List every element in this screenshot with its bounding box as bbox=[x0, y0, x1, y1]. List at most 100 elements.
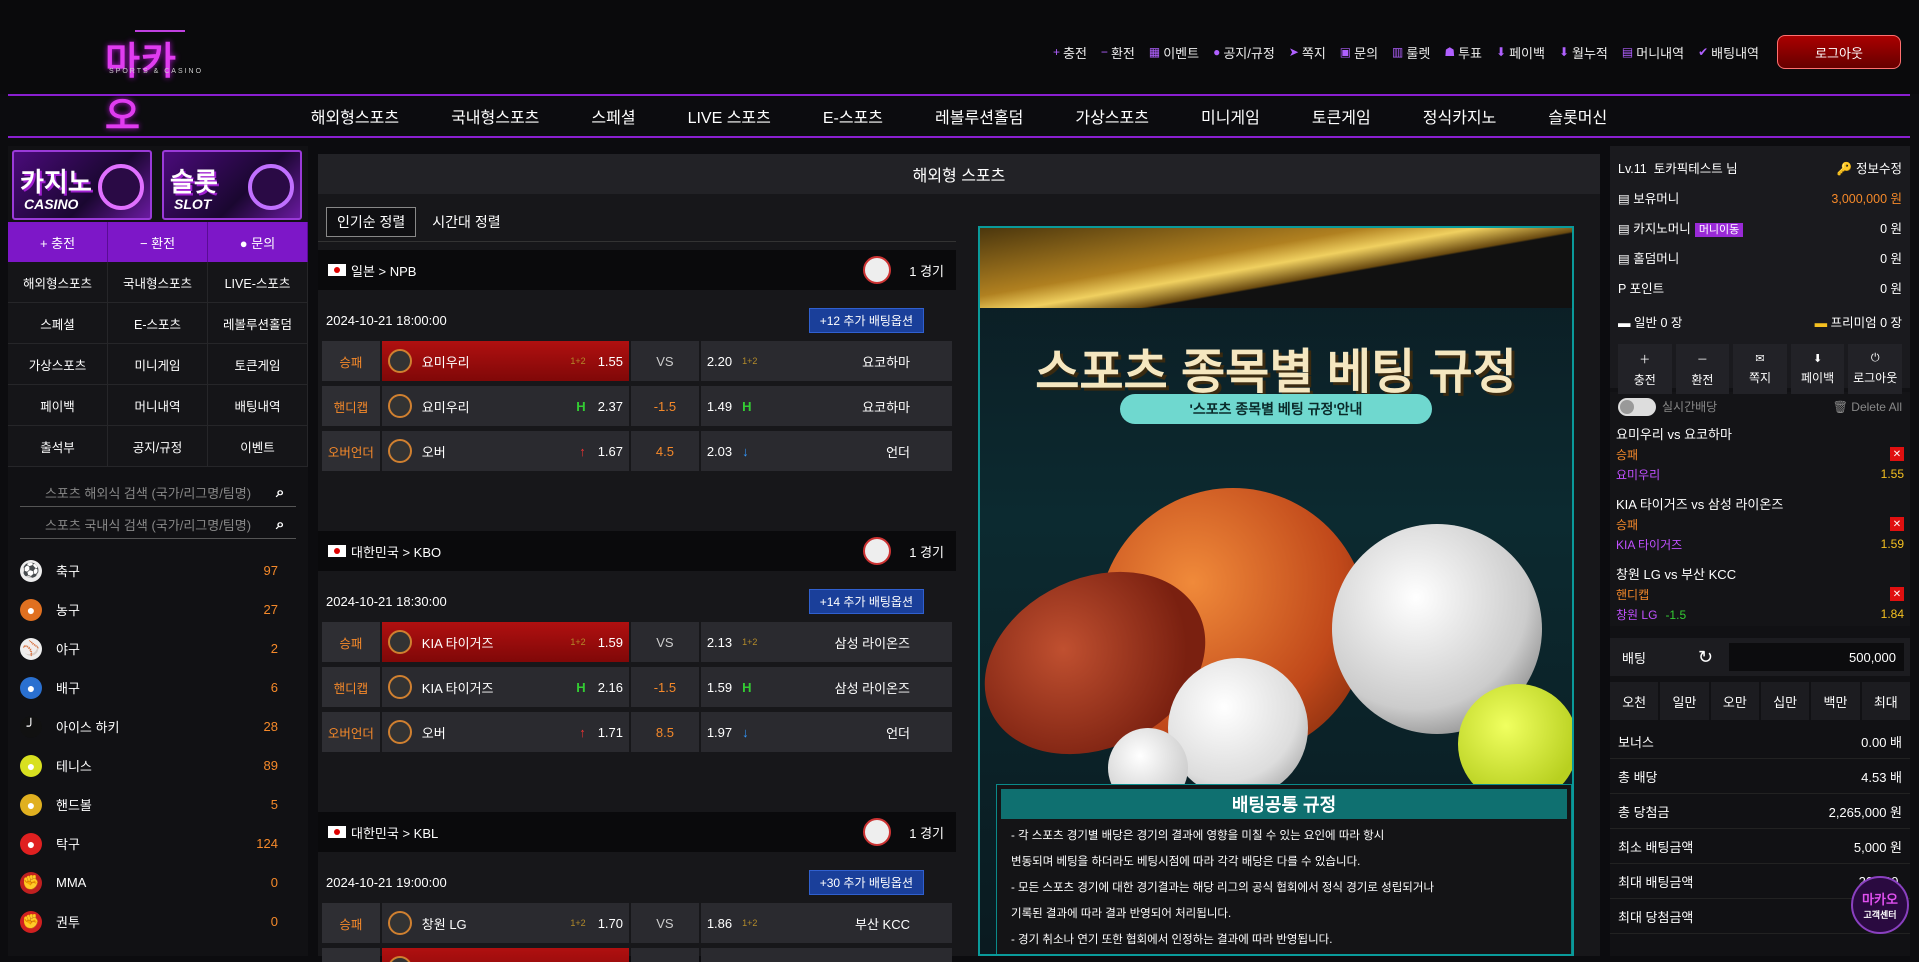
amount-button[interactable]: 십만 bbox=[1761, 682, 1809, 720]
away-odds-button[interactable]: 1.861+2부산 KCC bbox=[701, 903, 952, 943]
menu-item[interactable]: 출석부 bbox=[8, 426, 108, 467]
realtime-odds-toggle[interactable]: 실시간배당 bbox=[1618, 398, 1717, 417]
topnav-item[interactable]: −환전 bbox=[1101, 43, 1135, 62]
mainnav-item[interactable]: 슬롯머신 bbox=[1548, 104, 1607, 128]
search-icon[interactable]: ⌕ bbox=[276, 484, 296, 501]
home-odds-button[interactable]: 오버↑1.71 bbox=[382, 712, 629, 752]
account-button[interactable]: ＋충전 bbox=[1618, 344, 1672, 394]
customer-center-badge[interactable]: 마카오 고객센터 bbox=[1851, 876, 1909, 934]
away-odds-button[interactable]: 1.49H요코하마 bbox=[701, 386, 952, 426]
topnav-item[interactable]: ➤쪽지 bbox=[1289, 43, 1326, 62]
away-odds-button[interactable]: 1.97↓언더 bbox=[701, 712, 952, 752]
sport-item[interactable]: ✊MMA0 bbox=[8, 863, 308, 902]
amount-button[interactable]: 최대 bbox=[1862, 682, 1910, 720]
sport-item[interactable]: ●테니스89 bbox=[8, 746, 308, 785]
sport-item[interactable]: ╯아이스 하키28 bbox=[8, 707, 308, 746]
home-odds-button[interactable]: 요미우리1+21.55 bbox=[382, 341, 629, 381]
stake-input[interactable]: 500,000 bbox=[1729, 643, 1904, 671]
sport-item[interactable]: ●탁구124 bbox=[8, 824, 308, 863]
close-icon[interactable]: ✕ bbox=[1890, 447, 1904, 461]
inquiry-button[interactable]: ● 문의 bbox=[208, 222, 308, 262]
home-odds-button[interactable]: KIA 타이거즈1+21.59 bbox=[382, 622, 629, 662]
topnav-item[interactable]: ⬇월누적 bbox=[1559, 43, 1608, 62]
away-odds-button[interactable]: 2.201+2요코하마 bbox=[701, 341, 952, 381]
amount-button[interactable]: 일만 bbox=[1660, 682, 1708, 720]
sort-popular-tab[interactable]: 인기순 정렬 bbox=[326, 207, 416, 237]
league-header[interactable]: 일본 > NPB1 경기 bbox=[318, 250, 956, 290]
edit-profile-link[interactable]: 🔑 정보수정 bbox=[1837, 158, 1902, 177]
account-button[interactable]: －환전 bbox=[1676, 344, 1730, 394]
overseas-search[interactable]: 스포츠 해외식 검색 (국가/리그명/팀명) ⌕ bbox=[20, 479, 296, 507]
more-options-button[interactable]: +30 추가 배팅옵션 bbox=[809, 870, 924, 895]
search-input[interactable]: 스포츠 해외식 검색 (국가/리그명/팀명) bbox=[20, 483, 276, 502]
sport-item[interactable]: ●농구27 bbox=[8, 590, 308, 629]
mainnav-item[interactable]: 미니게임 bbox=[1201, 104, 1260, 128]
menu-item[interactable]: 머니내역 bbox=[108, 385, 208, 426]
menu-item[interactable]: LIVE-스포츠 bbox=[208, 262, 308, 303]
mainnav-item[interactable]: 가상스포츠 bbox=[1075, 104, 1149, 128]
league-header[interactable]: 대한민국 > KBO1 경기 bbox=[318, 531, 956, 571]
topnav-item[interactable]: ▣문의 bbox=[1340, 43, 1378, 62]
menu-item[interactable]: 해외형스포츠 bbox=[8, 262, 108, 303]
amount-button[interactable]: 오만 bbox=[1711, 682, 1759, 720]
mainnav-item[interactable]: 정식카지노 bbox=[1423, 104, 1497, 128]
topnav-item[interactable]: ●공지/규정 bbox=[1213, 43, 1275, 62]
menu-item[interactable]: 배팅내역 bbox=[208, 385, 308, 426]
more-options-button[interactable]: +12 추가 배팅옵션 bbox=[809, 308, 924, 333]
domestic-search[interactable]: 스포츠 국내식 검색 (국가/리그명/팀명) ⌕ bbox=[20, 511, 296, 539]
home-odds-button[interactable]: 요미우리H2.37 bbox=[382, 386, 629, 426]
menu-item[interactable]: 페이백 bbox=[8, 385, 108, 426]
toggle-switch[interactable] bbox=[1618, 398, 1656, 416]
casino-banner[interactable]: 카지노 CASINO bbox=[12, 150, 152, 220]
sort-time-tab[interactable]: 시간대 정렬 bbox=[422, 207, 510, 237]
deposit-button[interactable]: + 충전 bbox=[8, 222, 108, 262]
home-odds-button[interactable]: 창원 LG1+21.70 bbox=[382, 903, 629, 943]
logout-button[interactable]: 로그아웃 bbox=[1777, 35, 1901, 69]
draw-line-cell[interactable]: VS bbox=[631, 341, 699, 381]
site-logo[interactable]: 마카오 SPORTS & CASINO bbox=[105, 16, 211, 78]
away-odds-button[interactable]: 2.03↓언더 bbox=[701, 431, 952, 471]
account-button[interactable]: ⏻로그아웃 bbox=[1848, 344, 1902, 394]
menu-item[interactable]: 미니게임 bbox=[108, 344, 208, 385]
sport-item[interactable]: ●핸드볼5 bbox=[8, 785, 308, 824]
account-button[interactable]: ✉쪽지 bbox=[1733, 344, 1787, 394]
money-transfer-button[interactable]: 머니이동 bbox=[1695, 223, 1743, 237]
topnav-item[interactable]: +충전 bbox=[1053, 43, 1087, 62]
menu-item[interactable]: E-스포츠 bbox=[108, 303, 208, 344]
sport-item[interactable]: ⚾야구2 bbox=[8, 629, 308, 668]
draw-line-cell[interactable]: VS bbox=[631, 903, 699, 943]
amount-button[interactable]: 오천 bbox=[1610, 682, 1658, 720]
menu-item[interactable]: 가상스포츠 bbox=[8, 344, 108, 385]
mainnav-item[interactable]: 토큰게임 bbox=[1312, 104, 1371, 128]
menu-item[interactable]: 레볼루션홀덤 bbox=[208, 303, 308, 344]
topnav-item[interactable]: ▦이벤트 bbox=[1149, 43, 1199, 62]
menu-item[interactable]: 토큰게임 bbox=[208, 344, 308, 385]
mainnav-item[interactable]: 해외형스포츠 bbox=[311, 104, 399, 128]
topnav-item[interactable]: ▤머니내역 bbox=[1622, 43, 1684, 62]
sport-item[interactable]: ⚽축구97 bbox=[8, 551, 308, 590]
withdraw-button[interactable]: − 환전 bbox=[108, 222, 208, 262]
menu-item[interactable]: 국내형스포츠 bbox=[108, 262, 208, 303]
slot-banner[interactable]: 슬롯 SLOT bbox=[162, 150, 302, 220]
mainnav-item[interactable]: LIVE 스포츠 bbox=[688, 104, 771, 128]
sport-item[interactable]: ●배구6 bbox=[8, 668, 308, 707]
mainnav-item[interactable]: 레볼루션홀덤 bbox=[935, 104, 1023, 128]
topnav-item[interactable]: ▥룰렛 bbox=[1392, 43, 1430, 62]
mainnav-item[interactable]: E-스포츠 bbox=[823, 104, 883, 128]
more-options-button[interactable]: +14 추가 배팅옵션 bbox=[809, 589, 924, 614]
menu-item[interactable]: 공지/규정 bbox=[108, 426, 208, 467]
mainnav-item[interactable]: 스페셜 bbox=[591, 104, 635, 128]
close-icon[interactable]: ✕ bbox=[1890, 587, 1904, 601]
menu-item[interactable]: 이벤트 bbox=[208, 426, 308, 467]
account-button[interactable]: ⬇페이백 bbox=[1791, 344, 1845, 394]
sport-item[interactable]: ✊권투0 bbox=[8, 902, 308, 941]
away-odds-button[interactable]: 1.82H부산 KCC bbox=[701, 948, 952, 962]
amount-button[interactable]: 백만 bbox=[1811, 682, 1859, 720]
draw-line-cell[interactable]: VS bbox=[631, 622, 699, 662]
topnav-item[interactable]: ☗투표 bbox=[1444, 43, 1482, 62]
league-header[interactable]: 대한민국 > KBL1 경기 bbox=[318, 812, 956, 852]
close-icon[interactable]: ✕ bbox=[1890, 517, 1904, 531]
mainnav-item[interactable]: 국내형스포츠 bbox=[451, 104, 539, 128]
menu-item[interactable]: 스페셜 bbox=[8, 303, 108, 344]
away-odds-button[interactable]: 2.131+2삼성 라이온즈 bbox=[701, 622, 952, 662]
